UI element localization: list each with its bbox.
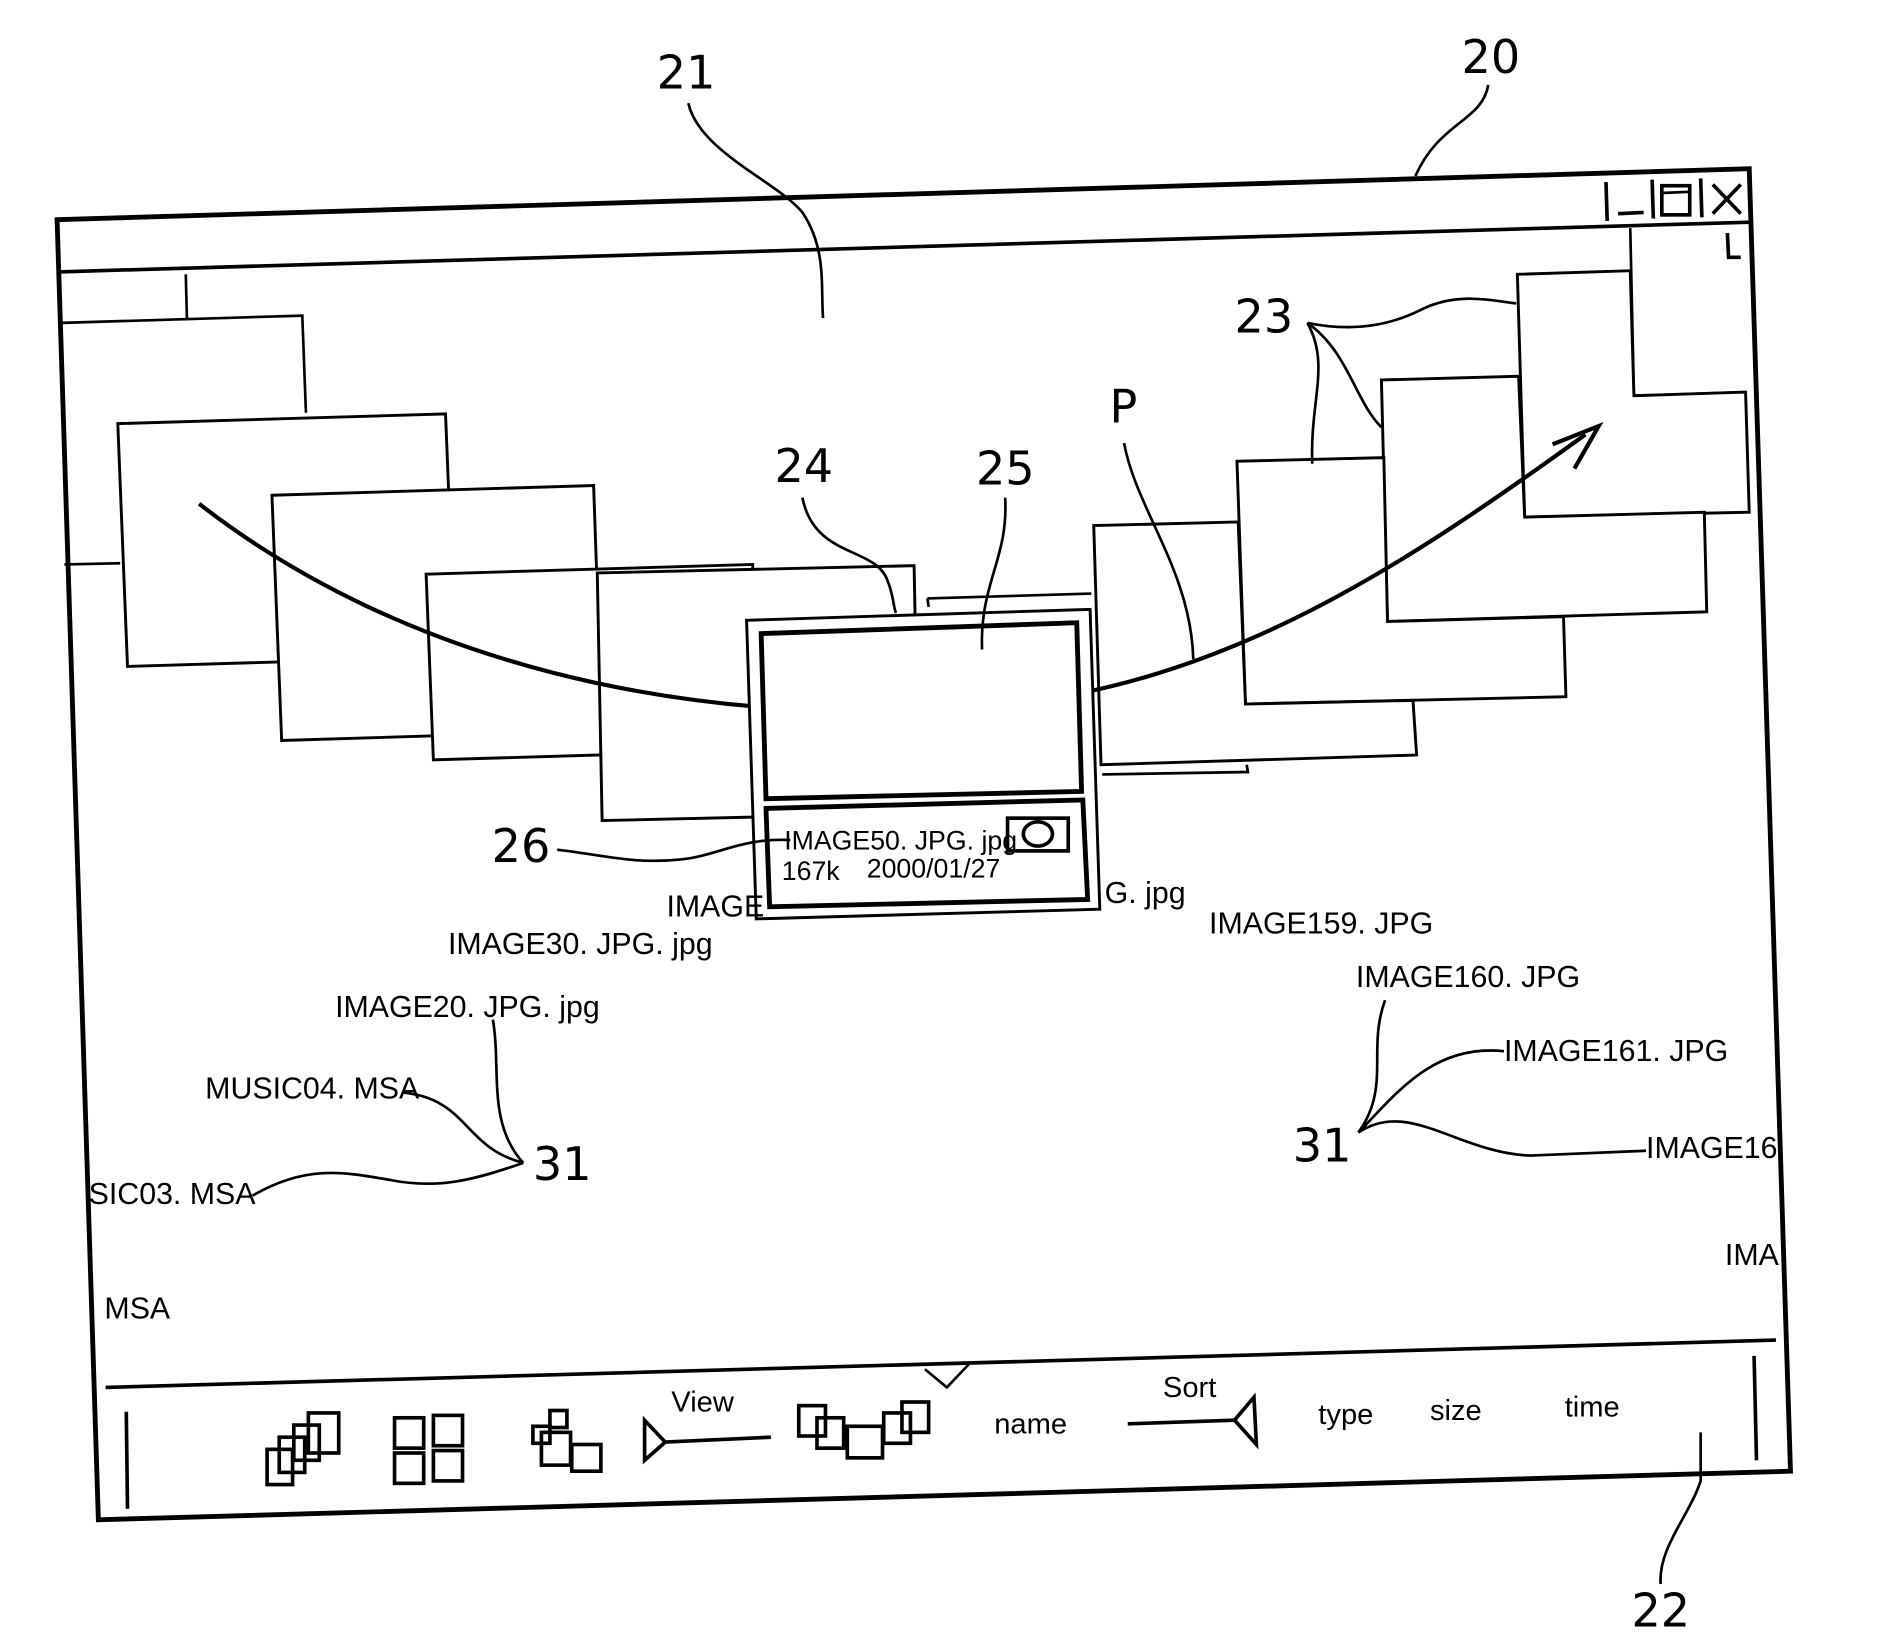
focused-filesize: 167k (782, 856, 841, 886)
resize-corner-mark (1725, 232, 1741, 260)
file-label[interactable]: MSA (104, 1292, 170, 1325)
toolbar-divider (105, 1338, 1776, 1390)
ref-20: 20 (1462, 30, 1521, 84)
file-label[interactable]: MUSIC04. MSA (205, 1073, 420, 1106)
grid-view-icon (392, 1413, 465, 1486)
leader-21 (687, 102, 825, 319)
sort-label: Sort (1163, 1372, 1216, 1404)
file-labels: IMAGE G. jpg IMAGE30. JPG. jpg IMAGE20. … (89, 877, 1780, 1325)
sort-option-name[interactable]: name (994, 1409, 1067, 1441)
thumbnail-card-edge (184, 274, 189, 321)
focused-date: 2000/01/27 (867, 854, 1001, 884)
maximize-icon-bar (1661, 190, 1690, 195)
scatter-view-button[interactable] (531, 1408, 603, 1474)
grid-view-button[interactable] (392, 1413, 465, 1486)
view-label: View (671, 1387, 735, 1419)
leader-20 (1414, 84, 1490, 177)
view-slider[interactable] (642, 1415, 771, 1465)
leader-22 (1659, 1432, 1703, 1585)
ref-P: P (1110, 379, 1138, 433)
scatter-view-icon (531, 1408, 603, 1474)
file-label[interactable]: IMAGE159. JPG (1209, 907, 1433, 940)
file-label[interactable]: IMAGE30. JPG. jpg (448, 928, 713, 961)
sort-slider[interactable] (1127, 1392, 1259, 1450)
stack-view-button[interactable] (265, 1411, 341, 1487)
sort-option-type[interactable]: type (1318, 1399, 1373, 1431)
ref-22: 22 (1631, 1584, 1690, 1638)
view-slider-handle-icon[interactable] (642, 1415, 668, 1465)
arc-view-icon (796, 1400, 931, 1460)
leader-31-left-b (401, 1091, 524, 1165)
leader-31-right-b (1357, 1049, 1505, 1134)
file-label[interactable]: IMAGE16 (1646, 1132, 1777, 1165)
minimize-button[interactable] (1618, 210, 1644, 216)
maximize-button[interactable] (1660, 183, 1692, 217)
scroll-indicator-icon[interactable] (924, 1363, 970, 1390)
file-label[interactable]: IMA (1725, 1239, 1780, 1272)
ref-25: 25 (976, 441, 1035, 495)
sort-slider-handle-icon[interactable] (1232, 1392, 1259, 1450)
close-icon (1711, 183, 1743, 215)
ref-26: 26 (492, 819, 551, 873)
minimize-icon (1618, 210, 1644, 216)
leader-31-left-a (491, 1019, 525, 1164)
patent-figure: IMAGE50. JPG. jpg 167k 2000/01/27 IMAGE … (54, 30, 1793, 1638)
view-slider-track[interactable] (665, 1435, 771, 1444)
leader-31-left-c (251, 1161, 524, 1197)
arc-view-button[interactable] (796, 1400, 931, 1460)
focused-card[interactable]: IMAGE50. JPG. jpg 167k 2000/01/27 (745, 607, 1102, 921)
file-label[interactable]: SIC03. MSA (89, 1178, 257, 1211)
file-label[interactable]: IMAGE20. JPG. jpg (335, 991, 600, 1024)
ref-21: 21 (657, 46, 716, 100)
leader-31-right-c (1357, 1120, 1647, 1157)
file-label[interactable]: IMAGE160. JPG (1356, 961, 1580, 994)
toolbar-right-edge (1752, 1355, 1759, 1461)
ref-24: 24 (774, 439, 833, 493)
leader-23a (1307, 297, 1517, 329)
ref-31-left: 31 (533, 1137, 592, 1191)
stack-view-icon (265, 1411, 341, 1487)
focused-filename: IMAGE50. JPG. jpg (784, 826, 1017, 856)
title-bar-divider (58, 220, 1751, 274)
sort-option-size[interactable]: size (1430, 1395, 1482, 1427)
maximize-icon (1660, 183, 1692, 217)
file-label[interactable]: G. jpg (1105, 877, 1186, 910)
sort-option-time[interactable]: time (1565, 1392, 1620, 1424)
thumbnail-card[interactable] (61, 314, 308, 413)
ref-31-right: 31 (1293, 1119, 1352, 1173)
toolbar-left-edge (124, 1411, 130, 1509)
file-label[interactable]: IMAGE161. JPG (1504, 1035, 1728, 1068)
leader-23b (1306, 322, 1320, 464)
close-button[interactable] (1711, 183, 1743, 215)
thumbnail-card-edge (64, 561, 121, 566)
leader-31-right-a (1357, 999, 1387, 1134)
title-bar-controls (1604, 178, 1743, 260)
toolbar: View name Sort type size time (265, 1372, 1620, 1487)
ref-23: 23 (1235, 290, 1294, 344)
sort-slider-track[interactable] (1127, 1418, 1235, 1426)
file-label[interactable]: IMAGE (666, 890, 764, 923)
